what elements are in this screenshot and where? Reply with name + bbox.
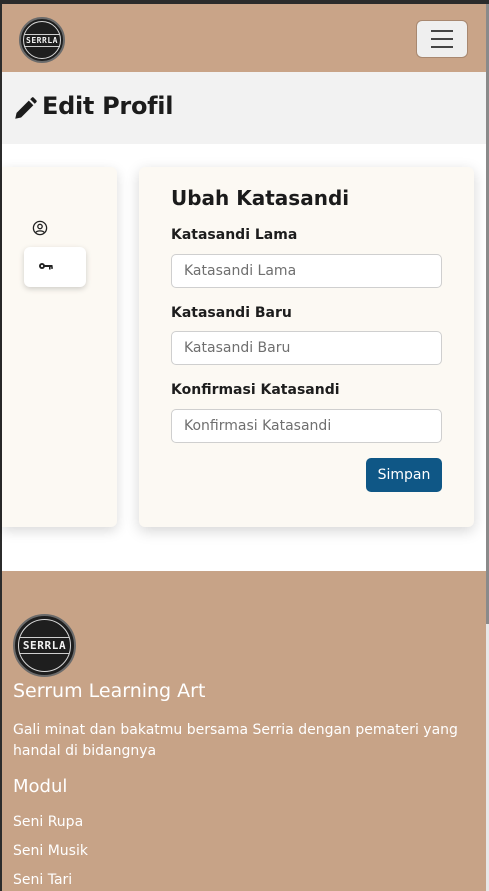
confirm-password-input[interactable] bbox=[171, 409, 442, 443]
old-password-input[interactable] bbox=[171, 254, 442, 288]
page-title-bar: Edit Profil bbox=[2, 72, 486, 144]
footer-brand: Serrum Learning Art bbox=[13, 680, 206, 702]
form-heading: Ubah Katasandi bbox=[171, 186, 350, 210]
footer-link-seni-tari[interactable]: Seni Tari bbox=[13, 872, 72, 888]
footer-logo-text: SERRLA bbox=[19, 637, 70, 654]
new-password-input[interactable] bbox=[171, 331, 442, 365]
pencil-icon bbox=[15, 97, 37, 119]
change-password-card: Ubah Katasandi Katasandi Lama Katasandi … bbox=[139, 167, 474, 527]
footer-modul-title: Modul bbox=[13, 776, 68, 797]
footer-tagline: Gali minat dan bakatmu bersama Serria de… bbox=[13, 722, 458, 759]
hamburger-line bbox=[431, 30, 453, 32]
confirm-password-label: Konfirmasi Katasandi bbox=[171, 382, 340, 398]
new-password-label: Katasandi Baru bbox=[171, 305, 292, 321]
footer: SERRLA Serrum Learning Art Gali minat da… bbox=[2, 571, 486, 891]
footer-link-seni-musik[interactable]: Seni Musik bbox=[13, 843, 88, 859]
profile-sidebar bbox=[2, 167, 117, 527]
key-icon bbox=[39, 263, 53, 270]
logo-text: SERRLA bbox=[24, 33, 60, 47]
sidebar-item-profile[interactable] bbox=[32, 220, 50, 238]
footer-link-seni-rupa[interactable]: Seni Rupa bbox=[13, 814, 83, 830]
navbar-logo[interactable]: SERRLA bbox=[19, 17, 65, 63]
logo-ring: SERRLA bbox=[23, 21, 61, 59]
footer-logo-ring: SERRLA bbox=[18, 619, 71, 672]
user-circle-icon bbox=[32, 220, 48, 236]
footer-logo[interactable]: SERRLA bbox=[13, 614, 76, 677]
hamburger-line bbox=[431, 38, 453, 40]
old-password-label: Katasandi Lama bbox=[171, 227, 298, 243]
page-title: Edit Profil bbox=[42, 92, 174, 120]
hamburger-line bbox=[431, 46, 453, 48]
hamburger-menu-button[interactable] bbox=[416, 20, 468, 58]
navbar: SERRLA bbox=[2, 4, 486, 72]
save-button[interactable]: Simpan bbox=[366, 458, 442, 492]
sidebar-item-password[interactable] bbox=[24, 247, 86, 287]
